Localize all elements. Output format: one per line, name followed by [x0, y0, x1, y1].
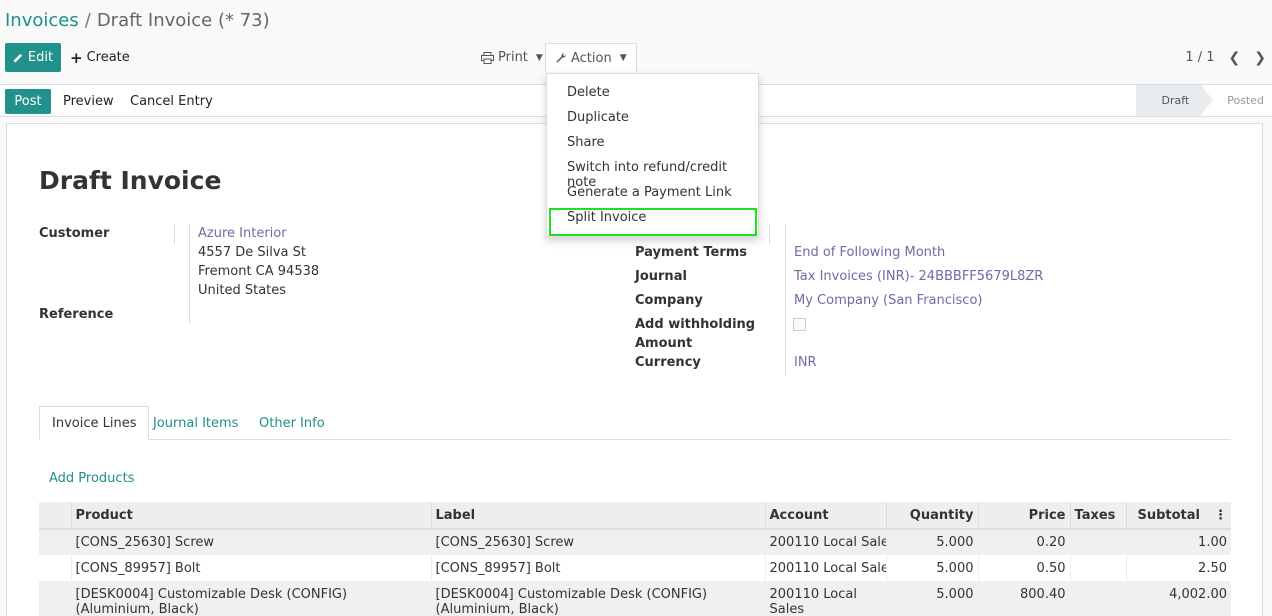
action-dropdown[interactable]: Action ▼ — [545, 43, 637, 72]
company-label: Company — [635, 293, 703, 308]
edit-button[interactable]: Edit — [5, 43, 61, 72]
table-row[interactable]: [DESK0004] Customizable Desk (CONFIG) (A… — [39, 581, 1231, 616]
cell-taxes[interactable] — [1069, 529, 1126, 555]
cell-subtotal: 2.50 — [1125, 555, 1231, 581]
cell-quantity[interactable]: 5.000 — [885, 581, 978, 616]
cell-subtotal: 4,002.00 — [1125, 581, 1231, 616]
column-header-taxes[interactable]: Taxes — [1069, 502, 1126, 530]
column-header-price[interactable]: Price — [977, 502, 1070, 530]
row-handle — [39, 581, 71, 616]
row-handle — [39, 529, 71, 555]
wrench-icon — [556, 53, 566, 63]
breadcrumb: Invoices / Draft Invoice (* 73) — [5, 10, 270, 31]
plus-icon: + — [70, 48, 83, 67]
print-dropdown[interactable]: Print ▼ — [472, 43, 552, 72]
cell-label[interactable]: [CONS_89957] Bolt — [430, 555, 765, 581]
cell-label[interactable]: [CONS_25630] Screw — [430, 529, 765, 555]
cell-product[interactable]: [CONS_25630] Screw — [70, 529, 431, 555]
post-button[interactable]: Post — [5, 89, 51, 114]
caret-down-icon: ▼ — [535, 52, 543, 63]
invoice-lines-table: Product Label Account Quantity Price Tax… — [39, 502, 1231, 616]
print-label: Print — [498, 50, 528, 65]
menu-item-share[interactable]: Share — [567, 135, 605, 150]
cell-price[interactable]: 0.20 — [977, 529, 1070, 555]
edit-button-label: Edit — [27, 50, 54, 65]
column-header-label[interactable]: Label — [430, 502, 765, 530]
create-button-label: Create — [86, 50, 130, 65]
divider — [769, 224, 770, 244]
handle-column-header — [39, 502, 71, 530]
cell-label[interactable]: [DESK0004] Customizable Desk (CONFIG) (A… — [430, 581, 765, 616]
cancel-entry-button[interactable]: Cancel Entry — [130, 89, 213, 114]
stage-draft: Draft — [1135, 85, 1213, 116]
customer-address-line-1: 4557 De Silva St — [198, 245, 306, 260]
page-title: Draft Invoice — [39, 166, 222, 195]
cell-product[interactable]: [DESK0004] Customizable Desk (CONFIG) (A… — [70, 581, 431, 616]
column-header-quantity[interactable]: Quantity — [885, 502, 978, 530]
add-products-link[interactable]: Add Products — [49, 471, 134, 486]
tab-invoice-lines[interactable]: Invoice Lines — [39, 406, 150, 440]
currency-value[interactable]: INR — [794, 355, 817, 370]
breadcrumb-current: Draft Invoice (* 73) — [96, 10, 270, 31]
chevron-left-icon[interactable]: ❮ — [1229, 50, 1241, 66]
menu-item-payment-link[interactable]: Generate a Payment Link — [567, 185, 732, 200]
currency-label: Currency — [635, 355, 701, 370]
menu-item-split-invoice[interactable]: Split Invoice — [567, 210, 646, 225]
journal-value[interactable]: Tax Invoices (INR)- 24BBBFF5679L8ZR — [794, 269, 1043, 284]
divider — [189, 224, 190, 324]
reference-label: Reference — [39, 307, 114, 322]
breadcrumb-invoices-link[interactable]: Invoices — [5, 10, 79, 31]
menu-item-delete[interactable]: Delete — [567, 85, 610, 100]
cell-taxes[interactable] — [1069, 555, 1126, 581]
withholding-label-line-2: Amount — [635, 336, 693, 351]
customer-name-link[interactable]: Azure Interior — [198, 226, 287, 241]
payment-terms-value[interactable]: End of Following Month — [794, 245, 945, 260]
customer-address-line-3: United States — [198, 283, 287, 298]
table-row[interactable]: [CONS_89957] Bolt [CONS_89957] Bolt 2001… — [39, 555, 1231, 581]
table-header-row: Product Label Account Quantity Price Tax… — [39, 502, 1231, 530]
cell-account[interactable]: 200110 Local Sales — [764, 529, 886, 555]
cell-price[interactable]: 800.40 — [977, 581, 1070, 616]
printer-icon — [481, 51, 494, 64]
payment-terms-label: Payment Terms — [635, 245, 748, 260]
caret-down-icon: ▼ — [619, 53, 627, 63]
customer-label: Customer — [39, 226, 110, 241]
journal-label: Journal — [635, 269, 687, 284]
cell-taxes[interactable] — [1069, 581, 1126, 616]
column-header-subtotal[interactable]: Subtotal ⋮ — [1125, 502, 1231, 530]
chevron-right-icon[interactable]: ❯ — [1254, 50, 1266, 66]
action-dropdown-menu: Delete Duplicate Share Switch into refun… — [546, 73, 759, 237]
row-handle — [39, 555, 71, 581]
notebook-tabs: Invoice Lines Journal Items Other Info — [39, 406, 1231, 440]
pager-value[interactable]: 1 / 1 — [1185, 50, 1214, 65]
create-button[interactable]: + Create — [70, 43, 130, 72]
cell-product[interactable]: [CONS_89957] Bolt — [70, 555, 431, 581]
pencil-icon — [13, 53, 23, 63]
cell-account[interactable]: 200110 Local Sales — [764, 555, 886, 581]
withholding-checkbox[interactable] — [793, 318, 806, 331]
divider — [174, 224, 175, 244]
cell-quantity[interactable]: 5.000 — [885, 555, 978, 581]
table-row[interactable]: [CONS_25630] Screw [CONS_25630] Screw 20… — [39, 529, 1231, 555]
stage-indicator: Draft Posted — [1135, 85, 1272, 116]
kebab-menu-icon[interactable]: ⋮ — [1214, 508, 1227, 523]
preview-button[interactable]: Preview — [63, 89, 114, 114]
tab-other-info[interactable]: Other Info — [247, 406, 337, 440]
breadcrumb-separator: / — [84, 10, 91, 31]
cell-subtotal: 1.00 — [1125, 529, 1231, 555]
menu-item-duplicate[interactable]: Duplicate — [567, 110, 629, 125]
column-header-product[interactable]: Product — [70, 502, 431, 530]
divider — [785, 224, 786, 376]
action-label: Action — [571, 50, 612, 66]
customer-address-line-2: Fremont CA 94538 — [198, 264, 320, 279]
cell-account[interactable]: 200110 Local Sales — [764, 581, 886, 616]
tab-journal-items[interactable]: Journal Items — [141, 406, 250, 440]
cell-quantity[interactable]: 5.000 — [885, 529, 978, 555]
column-header-account[interactable]: Account — [764, 502, 886, 530]
pager: 1 / 1 ❮ ❯ — [1185, 43, 1266, 72]
company-value[interactable]: My Company (San Francisco) — [794, 293, 982, 308]
withholding-label-line-1: Add withholding — [635, 317, 756, 332]
cell-price[interactable]: 0.50 — [977, 555, 1070, 581]
column-header-subtotal-label: Subtotal — [1137, 507, 1200, 523]
